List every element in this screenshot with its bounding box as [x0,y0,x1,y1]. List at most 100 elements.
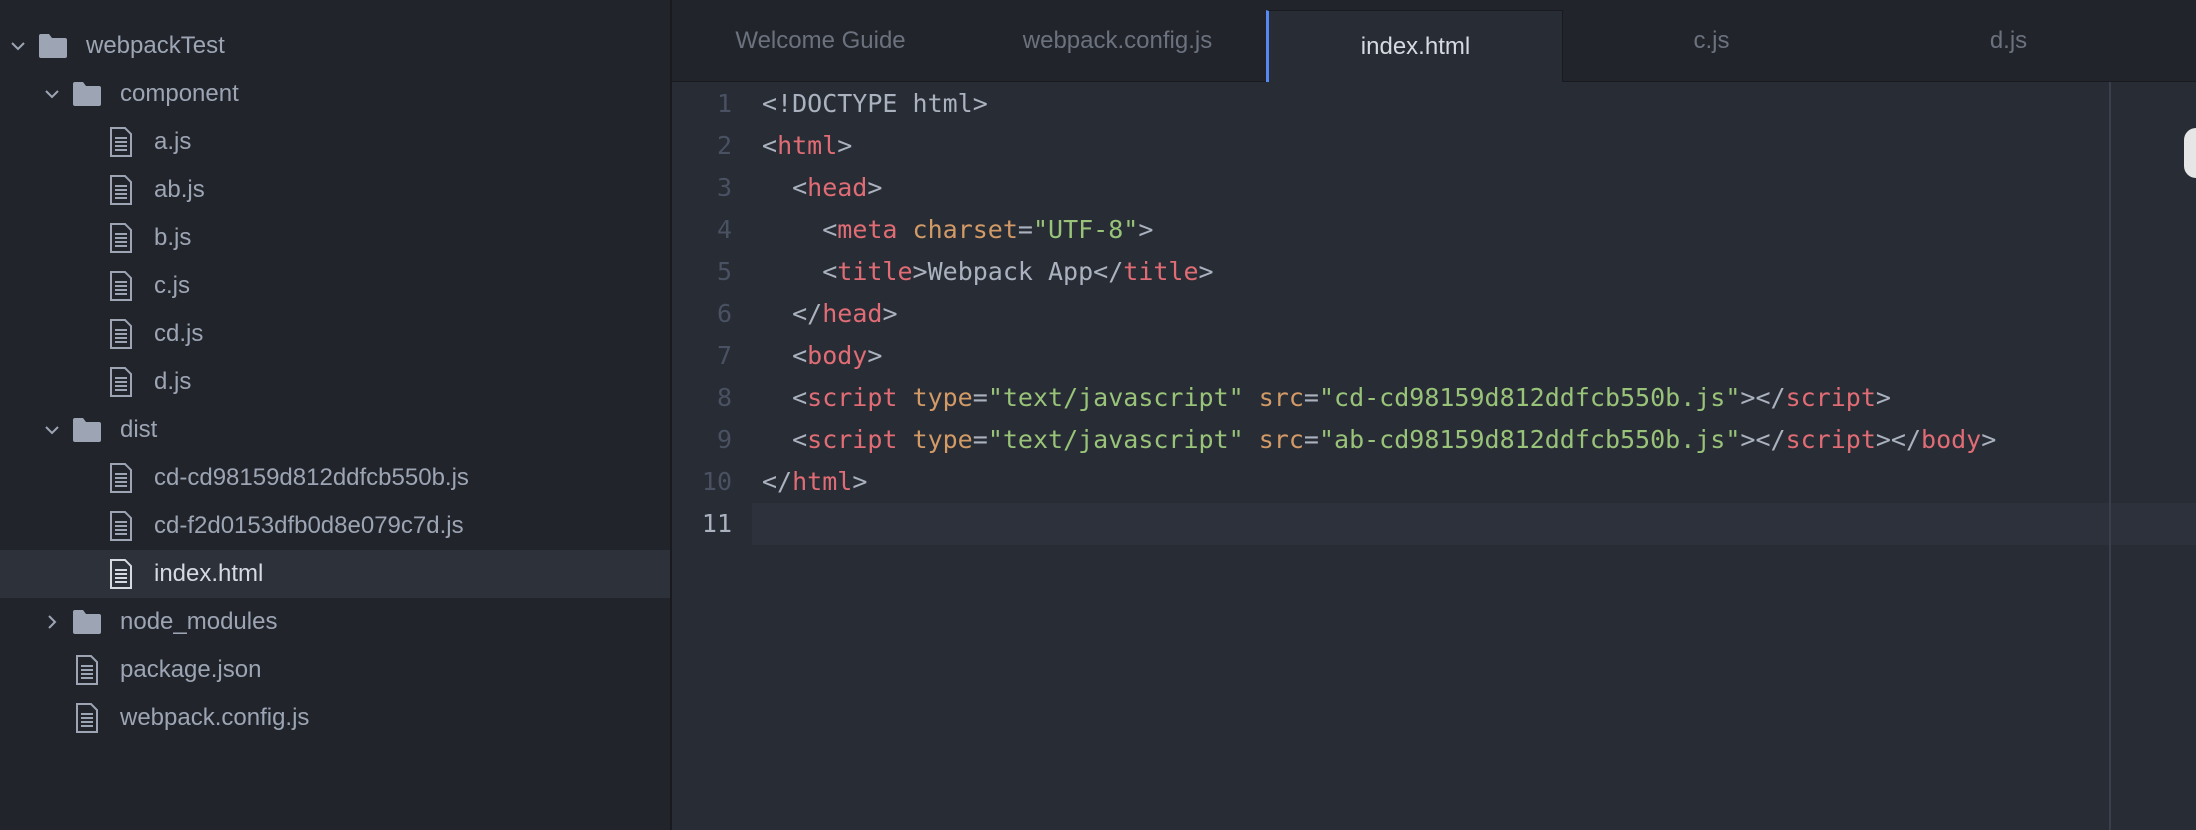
file-text-icon [106,223,136,253]
code-token: head [822,299,883,328]
tree-file-ab-js[interactable]: ab.js [0,166,670,214]
code-token: = [1303,425,1319,454]
code-line[interactable]: <meta charset="UTF-8"> [762,209,1153,251]
code-token: </ [1093,257,1124,286]
folder-icon [72,79,102,109]
tree-folder-node-modules[interactable]: node_modules [0,598,670,646]
code-token: script [807,383,898,412]
code-token: ></ [1740,425,1786,454]
folder-icon [72,415,102,445]
tree-item-label: webpack.config.js [120,704,310,731]
chevron-down-icon[interactable] [38,416,66,444]
line-number: 1 [716,89,732,118]
tree-item-label: package.json [120,656,262,683]
tree-item-label: b.js [154,224,192,251]
tree-item-label: ab.js [154,176,205,203]
code-token: = [1303,383,1319,412]
file-text-icon [72,703,102,733]
tab-label: index.html [1360,32,1471,60]
file-text-icon [106,175,136,205]
tree-file-webpack-config-js[interactable]: webpack.config.js [0,694,670,742]
tab-bar: Welcome Guide webpack.config.js index.ht… [672,0,2196,82]
tree-file-cd-f2d0153dfb0d8e079c7d-js[interactable]: cd-f2d0153dfb0d8e079c7d.js [0,502,670,550]
tab-index-html[interactable]: index.html [1266,10,1563,82]
code-line[interactable]: <title>Webpack App</title> [762,251,1213,293]
code-token: "text/javascript" [987,425,1244,454]
file-text-icon [106,271,136,301]
code-line[interactable]: <body> [762,335,882,377]
tab-label: d.js [1989,27,2028,54]
code-line[interactable]: <script type="text/javascript" src="cd-c… [762,377,1891,419]
scrollbar-thumb[interactable] [2184,128,2196,178]
code-token: > [912,257,928,286]
code-token: title [1123,257,1199,286]
tree-file-cd-cd98159d812ddfcb550b-js[interactable]: cd-cd98159d812ddfcb550b.js [0,454,670,502]
code-token: script [1785,425,1876,454]
tree-item-label: dist [120,416,158,443]
code-token: < [762,257,838,286]
code-token: > [1875,383,1891,412]
code-token: src [1258,425,1304,454]
code-token: body [807,341,868,370]
tree-file-a-js[interactable]: a.js [0,118,670,166]
file-text-icon [106,559,136,589]
tab-webpack-config-js[interactable]: webpack.config.js [969,0,1266,82]
line-number: 9 [716,425,732,454]
line-number: 4 [716,215,732,244]
code-token: = [1017,215,1033,244]
tree-item-label: cd-f2d0153dfb0d8e079c7d.js [154,512,464,539]
code-token: ></ [1875,425,1922,454]
file-text-icon [72,655,102,685]
code-token: > [882,299,898,328]
code-token: body [1921,425,1982,454]
tree-file-cd-js[interactable]: cd.js [0,310,670,358]
code-token: script [807,425,898,454]
code-token: type [912,425,973,454]
code-token: > [1138,215,1154,244]
file-text-icon [106,319,136,349]
code-line[interactable]: </html> [762,461,867,503]
code-line[interactable]: <!DOCTYPE html> [762,83,988,125]
code-token: < [762,425,808,454]
tab-label: webpack.config.js [1022,27,1213,54]
code-token: "cd-cd98159d812ddfcb550b.js" [1318,383,1741,412]
tree-folder-component[interactable]: component [0,70,670,118]
code-line[interactable]: <html> [762,125,852,167]
file-text-icon [106,127,136,157]
tree-file-index-html[interactable]: index.html [0,550,670,598]
code-token: "UTF-8" [1032,215,1139,244]
tab-welcome-guide[interactable]: Welcome Guide [672,0,969,82]
tab-c-js[interactable]: c.js [1563,0,1860,82]
code-token: < [762,383,808,412]
code-editor[interactable]: 1 2 3 4 5 6 7 8 9 10 11 <!DOCTYPE html> <html> <hea… [672,82,2196,830]
tree-item-label: index.html [154,560,264,587]
code-token: title [837,257,913,286]
chevron-down-icon[interactable] [38,80,66,108]
tree-file-b-js[interactable]: b.js [0,214,670,262]
line-number: 7 [716,341,732,370]
code-token: script [1785,383,1876,412]
chevron-right-icon[interactable] [38,608,66,636]
code-token: ></ [1740,383,1786,412]
tree-view: webpackTest component a.js ab.js b.js c.… [0,0,672,830]
code-line[interactable]: <head> [762,167,882,209]
tree-folder-dist[interactable]: dist [0,406,670,454]
chevron-down-icon[interactable] [4,32,32,60]
tree-file-c-js[interactable]: c.js [0,262,670,310]
code-token: Webpack App [927,257,1094,286]
tree-item-label: node_modules [120,608,278,635]
code-line[interactable]: </head> [762,293,898,335]
tree-item-label: cd.js [154,320,204,347]
tab-label: c.js [1693,27,1730,54]
tree-file-d-js[interactable]: d.js [0,358,670,406]
cursor-line-highlight [752,503,2196,545]
tree-file-package-json[interactable]: package.json [0,646,670,694]
tree-root-webpacktest[interactable]: webpackTest [0,22,670,70]
line-number: 8 [716,383,732,412]
code-token: html [777,131,838,160]
code-line[interactable]: <script type="text/javascript" src="ab-c… [762,419,1996,461]
tab-d-js[interactable]: d.js [1860,0,2157,82]
